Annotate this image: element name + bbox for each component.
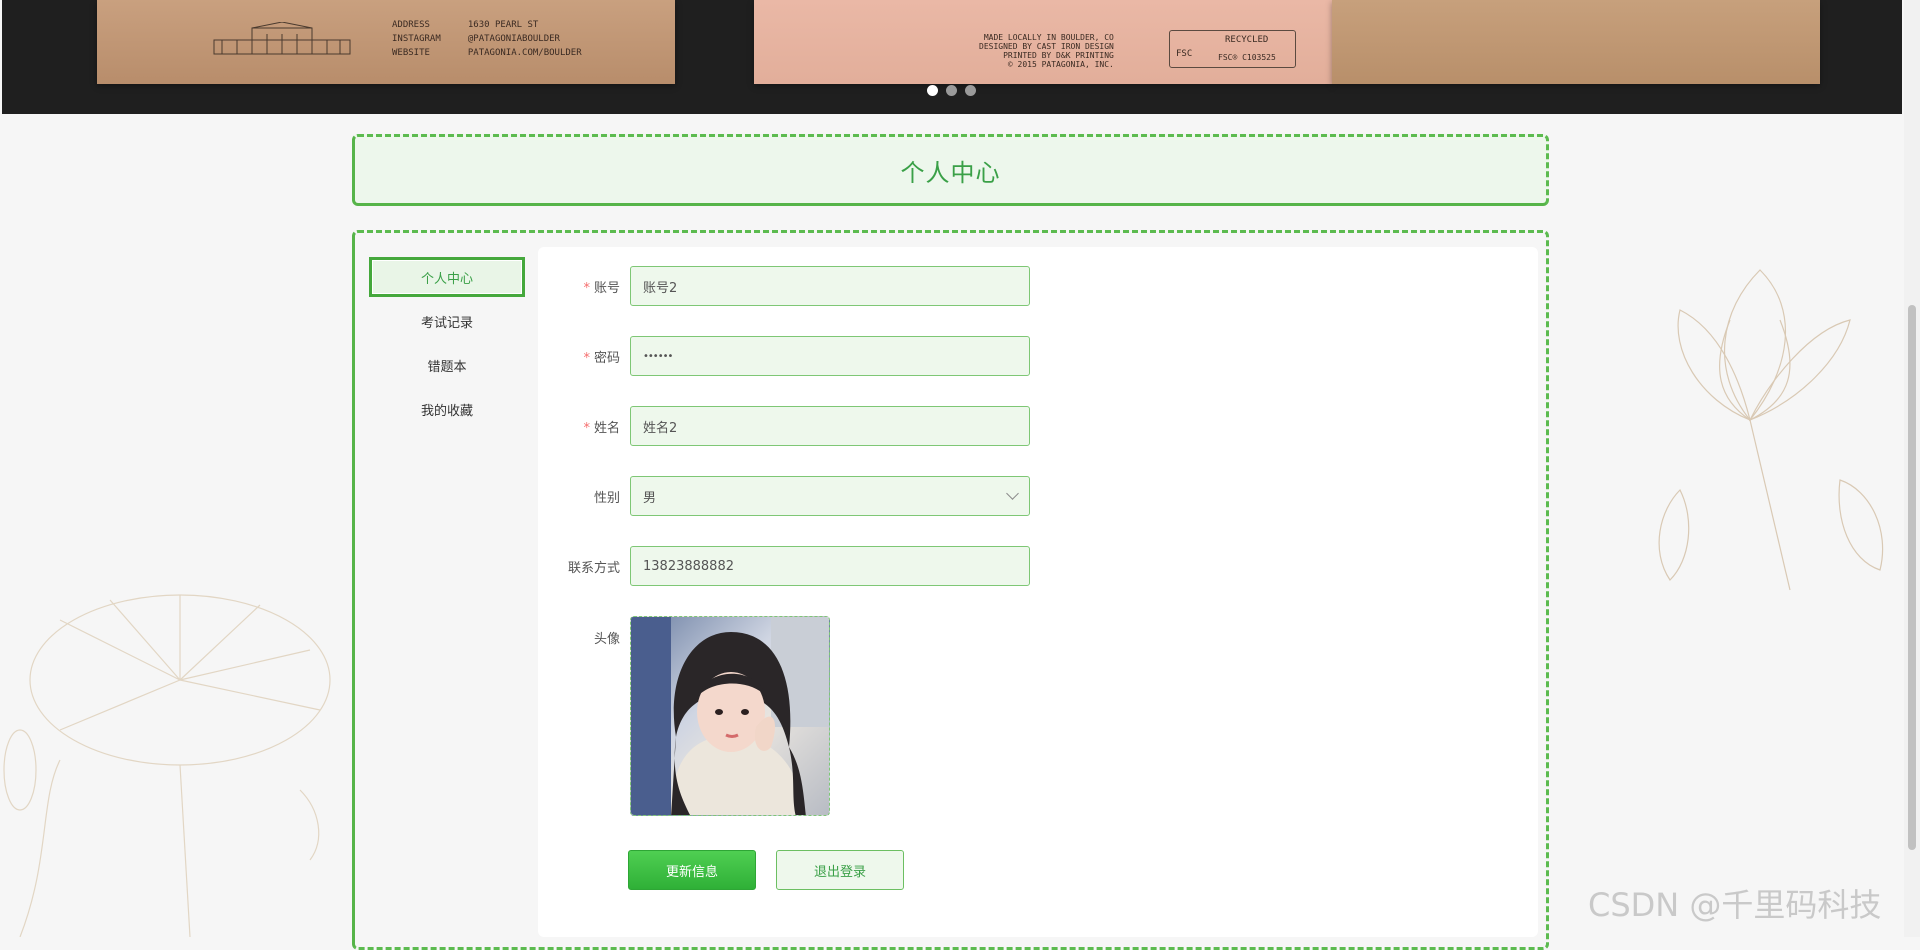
gender-label: 性别 [593, 490, 620, 506]
lotus-decoration-icon [1658, 269, 1884, 591]
top-banner-carousel: ADDRESS 1630 PEARL ST INSTAGRAM @PATAGON… [2, 0, 1902, 114]
form-row-gender: 性别 男 [538, 476, 1030, 516]
watermark-text: CSDN @千里码科技 [1588, 886, 1882, 924]
fsc-badge: FSC RECYCLED FSC® C103525 [1169, 30, 1296, 68]
sidebar-item-exam-records[interactable]: 考试记录 [369, 301, 525, 341]
gender-select-value: 男 [643, 490, 657, 506]
carousel-indicators[interactable] [927, 85, 976, 96]
banner-card-info: ADDRESS 1630 PEARL ST INSTAGRAM @PATAGON… [392, 20, 582, 58]
password-input[interactable]: •••••• [630, 336, 1030, 376]
fsc-code: FSC® C103525 [1218, 53, 1276, 62]
avatar-label: 头像 [593, 632, 620, 647]
main-content-box: 个人中心 考试记录 错题本 我的收藏 * 账号 账号2 * 密码 •••••• * 姓… [352, 230, 1549, 950]
form-row-contact: 联系方式 13823888882 [538, 546, 1030, 586]
form-row-name: * 姓名 姓名2 [538, 406, 1030, 446]
logout-button[interactable]: 退出登录 [776, 850, 904, 890]
form-row-avatar: 头像 [538, 616, 830, 816]
building-illustration-icon [213, 22, 351, 55]
carousel-dot-2[interactable] [946, 85, 957, 96]
carousel-dot-1[interactable] [927, 85, 938, 96]
contact-label: 联系方式 [567, 560, 620, 576]
name-input[interactable]: 姓名2 [630, 406, 1030, 446]
password-label: * 密码 [583, 350, 620, 366]
avatar-image [631, 617, 829, 815]
scrollbar-thumb[interactable] [1908, 305, 1916, 850]
account-input[interactable]: 账号2 [630, 266, 1030, 306]
recycled-label: RECYCLED [1225, 35, 1269, 45]
banner-card-right [1332, 0, 1820, 84]
carousel-dot-3[interactable] [965, 85, 976, 96]
sidebar-item-wrong-questions[interactable]: 错题本 [369, 345, 525, 385]
avatar-upload[interactable] [630, 616, 830, 816]
gender-select[interactable]: 男 [630, 476, 1030, 516]
account-label: * 账号 [583, 280, 620, 296]
form-row-password: * 密码 •••••• [538, 336, 1030, 376]
page-scrollbar[interactable] [1904, 0, 1920, 937]
contact-input[interactable]: 13823888882 [630, 546, 1030, 586]
fsc-label: FSC [1176, 49, 1193, 59]
chevron-down-icon [1006, 487, 1019, 500]
page-title-box: 个人中心 [352, 134, 1549, 206]
banner-card-left: ADDRESS 1630 PEARL ST INSTAGRAM @PATAGON… [97, 0, 675, 84]
sidebar-menu: 个人中心 考试记录 错题本 我的收藏 [369, 257, 525, 433]
banner-card-middle: MADE LOCALLY IN BOULDER, CO DESIGNED BY … [754, 0, 1332, 84]
profile-form-panel: * 账号 账号2 * 密码 •••••• * 姓名 姓名2 性别 男 联系方式 138… [538, 247, 1538, 937]
lotus-leaf-decoration-icon [3, 594, 331, 937]
name-label: * 姓名 [583, 420, 620, 436]
sidebar-item-favorites[interactable]: 我的收藏 [369, 389, 525, 429]
page-title: 个人中心 [900, 158, 1001, 187]
form-row-account: * 账号 账号2 [538, 266, 1030, 306]
sidebar-item-profile[interactable]: 个人中心 [369, 257, 525, 297]
banner-card-credits: MADE LOCALLY IN BOULDER, CO DESIGNED BY … [979, 33, 1114, 69]
update-info-button[interactable]: 更新信息 [628, 850, 756, 890]
